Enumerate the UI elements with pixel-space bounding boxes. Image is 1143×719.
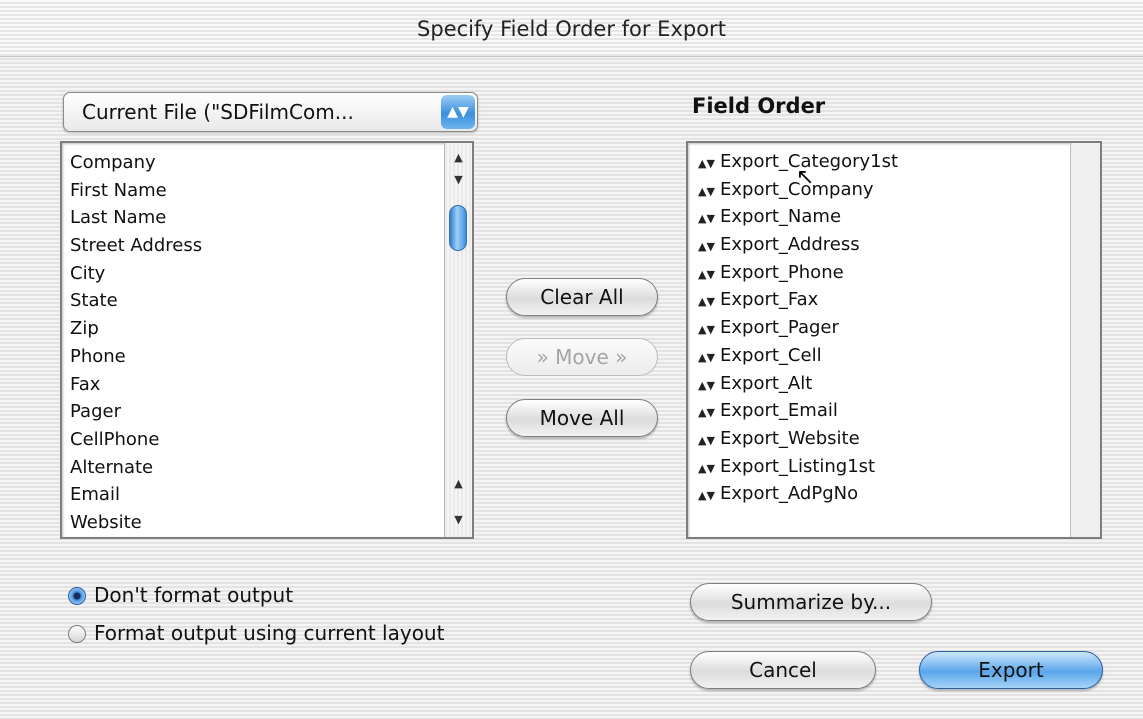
move-all-button[interactable]: Move All (506, 399, 658, 437)
scroll-up-arrow-icon[interactable]: ▲ (445, 473, 472, 495)
list-item[interactable]: First Name (70, 177, 202, 205)
available-fields-scrollbar[interactable]: ▲ ▼ ▲ ▼ (444, 143, 472, 537)
list-item[interactable]: Street Address (70, 232, 202, 260)
list-item[interactable]: Last Name (70, 204, 202, 232)
drag-handle-icon[interactable]: ▲▼ (698, 427, 720, 455)
field-order-heading: Field Order (692, 94, 826, 118)
available-fields-list[interactable]: Company First Name Last Name Street Addr… (60, 141, 474, 539)
summarize-by-button[interactable]: Summarize by... (690, 583, 932, 621)
list-item[interactable]: ▲▼ Export_Fax (698, 286, 898, 314)
drag-handle-icon[interactable]: ▲▼ (698, 344, 720, 372)
drag-handle-icon[interactable]: ▲▼ (698, 399, 720, 427)
list-item[interactable]: State (70, 287, 202, 315)
drag-handle-icon[interactable]: ▲▼ (698, 455, 720, 483)
format-layout-label: Format output using current layout (94, 621, 445, 645)
list-item[interactable]: ▲▼ Export_Listing1st (698, 453, 898, 481)
source-file-popup-label: Current File ("SDFilmCom... (82, 100, 354, 124)
list-item[interactable]: City (70, 260, 202, 288)
move-button[interactable]: » Move » (506, 338, 658, 376)
format-layout-option[interactable]: Format output using current layout (68, 621, 444, 645)
drag-handle-icon[interactable]: ▲▼ (698, 150, 720, 178)
scroll-up-arrow-icon[interactable]: ▲ (445, 147, 472, 169)
scroll-thumb[interactable] (449, 205, 467, 251)
drag-handle-icon[interactable]: ▲▼ (698, 288, 720, 316)
up-down-arrows-icon: ▲▼ (441, 95, 475, 129)
list-item[interactable]: Pager (70, 398, 202, 426)
drag-handle-icon[interactable]: ▲▼ (698, 261, 720, 289)
drag-handle-icon[interactable]: ▲▼ (698, 205, 720, 233)
list-item[interactable]: Fax (70, 371, 202, 399)
dont-format-option[interactable]: Don't format output (68, 583, 293, 607)
list-item[interactable]: Website (70, 509, 202, 537)
list-item[interactable]: ▲▼ Export_Cell (698, 342, 898, 370)
scroll-down-arrow-icon[interactable]: ▼ (445, 169, 472, 191)
list-item[interactable]: ▲▼ Export_Website (698, 425, 898, 453)
scroll-down-arrow-icon[interactable]: ▼ (445, 509, 472, 531)
list-item[interactable]: Phone (70, 343, 202, 371)
radio-unselected-icon[interactable] (68, 625, 86, 643)
list-item[interactable]: Alternate (70, 454, 202, 482)
list-item[interactable]: Company (70, 149, 202, 177)
drag-handle-icon[interactable]: ▲▼ (698, 178, 720, 206)
window-title: Specify Field Order for Export (417, 17, 726, 41)
list-item[interactable]: Zip (70, 315, 202, 343)
clear-all-button[interactable]: Clear All (506, 278, 658, 316)
list-item[interactable]: ▲▼ Export_AdPgNo (698, 480, 898, 508)
field-order-scrollbar[interactable] (1070, 143, 1100, 537)
export-button[interactable]: Export (919, 651, 1103, 689)
drag-handle-icon[interactable]: ▲▼ (698, 233, 720, 261)
list-item[interactable]: ▲▼ Export_Address (698, 231, 898, 259)
radio-selected-icon[interactable] (68, 587, 86, 605)
dont-format-label: Don't format output (94, 583, 294, 607)
list-item[interactable]: ▲▼ Export_Phone (698, 259, 898, 287)
drag-handle-icon[interactable]: ▲▼ (698, 482, 720, 510)
list-item[interactable]: ▲▼ Export_Email (698, 397, 898, 425)
mouse-pointer-icon: ↖ (796, 165, 815, 190)
field-order-list[interactable]: ▲▼ Export_Category1st ▲▼ Export_Company ▲▼… (686, 141, 1102, 539)
list-item[interactable]: CellPhone (70, 426, 202, 454)
source-file-popup[interactable]: Current File ("SDFilmCom... ▲▼ (63, 92, 478, 132)
list-item[interactable]: ▲▼ Export_Alt (698, 370, 898, 398)
list-item[interactable]: ▲▼ Export_Pager (698, 314, 898, 342)
window-title-bar[interactable]: Specify Field Order for Export (0, 0, 1143, 57)
list-item[interactable]: Email (70, 481, 202, 509)
cancel-button[interactable]: Cancel (690, 651, 876, 689)
drag-handle-icon[interactable]: ▲▼ (698, 372, 720, 400)
drag-handle-icon[interactable]: ▲▼ (698, 316, 720, 344)
list-item[interactable]: ▲▼ Export_Name (698, 203, 898, 231)
